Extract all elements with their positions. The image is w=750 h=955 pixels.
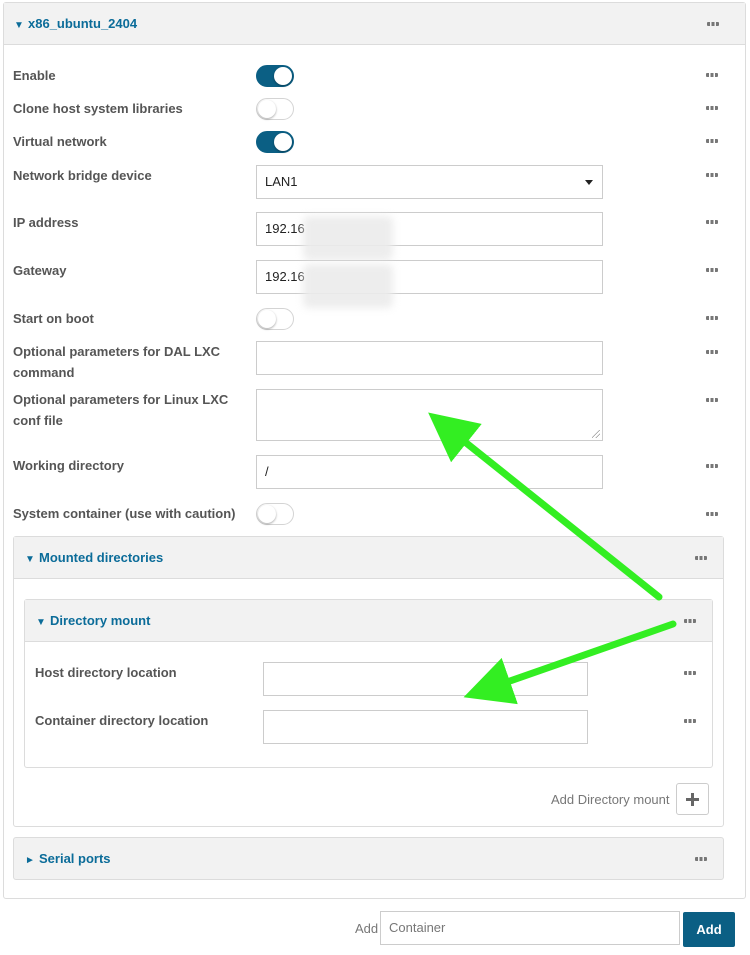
redaction-blur [303,216,393,260]
workdir-label: Working directory [13,458,125,473]
add-container-label: Add [355,921,379,936]
add-container-button[interactable]: Add [683,912,735,947]
container-dir-input[interactable] [263,710,588,744]
conf-params-more-icon[interactable] [706,394,718,406]
system-container-more-icon[interactable] [706,508,718,520]
host-dir-label: Host directory location [35,665,177,680]
more-options-icon[interactable] [684,615,696,627]
resize-grip-icon[interactable] [592,430,600,438]
directory-mount-title[interactable]: ▼ Directory mount [36,613,150,628]
clone-libs-more-icon[interactable] [706,102,718,114]
container-title[interactable]: ▼ x86_ubuntu_2404 [14,16,137,31]
system-container-label: System container (use with caution) [13,506,236,521]
virtual-network-more-icon[interactable] [706,135,718,147]
enable-more-icon[interactable] [706,69,718,81]
enable-toggle[interactable] [256,65,294,87]
dal-params-label: Optional parameters for DAL LXC command [13,344,221,380]
virtual-network-label: Virtual network [13,134,107,149]
collapse-caret-icon[interactable]: ▼ [14,20,28,31]
host-dir-more-icon[interactable] [684,667,696,679]
container-panel-header[interactable]: ▼ x86_ubuntu_2404 [4,3,745,45]
ip-input[interactable]: 192.16 [256,212,603,260]
clone-libs-toggle[interactable] [256,98,294,120]
add-directory-mount-label: Add Directory mount [551,792,670,807]
start-on-boot-more-icon[interactable] [706,312,718,324]
gateway-label: Gateway [13,263,67,278]
gateway-more-icon[interactable] [706,264,718,276]
more-options-icon[interactable] [695,552,707,564]
expand-caret-icon[interactable]: ► [25,855,39,866]
mounted-directories-title[interactable]: ▼ Mounted directories [25,550,163,565]
directory-mount-header[interactable]: ▼ Directory mount [25,600,712,642]
serial-ports-panel[interactable]: ► Serial ports [13,837,724,880]
enable-label: Enable [13,68,56,83]
mounted-directories-header[interactable]: ▼ Mounted directories [14,537,723,579]
container-dir-label: Container directory location [35,713,209,728]
start-on-boot-toggle[interactable] [256,308,294,330]
host-dir-input[interactable] [263,662,588,696]
collapse-caret-icon[interactable]: ▼ [36,617,50,628]
dropdown-arrow-icon [585,180,593,185]
conf-params-textarea[interactable] [256,389,603,441]
workdir-more-icon[interactable] [706,460,718,472]
add-directory-mount-button[interactable] [676,783,709,815]
container-name-input[interactable]: Container [380,911,680,945]
workdir-input[interactable]: / [256,455,603,489]
start-on-boot-label: Start on boot [13,311,94,326]
bridge-select[interactable]: LAN1 [256,165,603,199]
ip-label: IP address [13,215,79,230]
more-options-icon[interactable] [695,853,707,865]
bridge-more-icon[interactable] [706,169,718,181]
redaction-blur [303,264,393,308]
virtual-network-toggle[interactable] [256,131,294,153]
gateway-input[interactable]: 192.16 [256,260,603,308]
conf-params-label: Optional parameters for Linux LXC conf f… [13,392,229,428]
serial-ports-title[interactable]: ► Serial ports [25,851,111,866]
bridge-label: Network bridge device [13,168,152,183]
system-container-toggle[interactable] [256,503,294,525]
container-dir-more-icon[interactable] [684,715,696,727]
clone-libs-label: Clone host system libraries [13,101,183,116]
collapse-caret-icon[interactable]: ▼ [25,554,39,565]
ip-more-icon[interactable] [706,216,718,228]
more-options-icon[interactable] [707,18,719,30]
dal-params-input[interactable] [256,341,603,375]
dal-params-more-icon[interactable] [706,346,718,358]
